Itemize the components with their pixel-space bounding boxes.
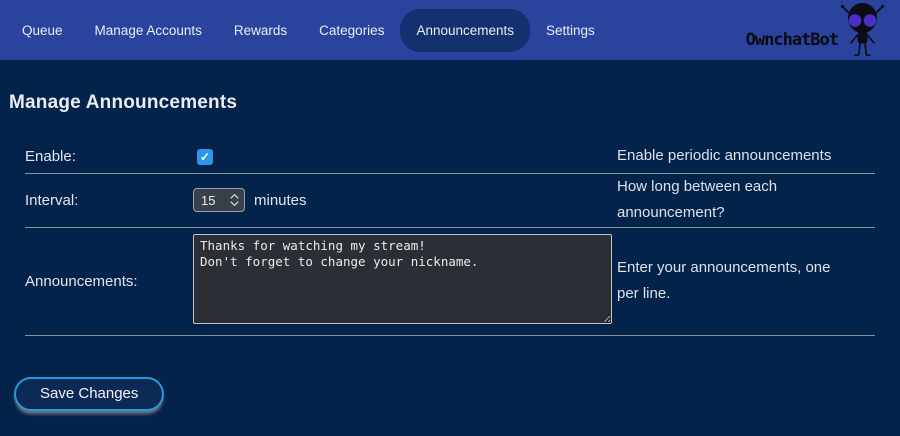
logo: OwnchatBot xyxy=(746,2,886,58)
interval-unit-label: minutes xyxy=(254,192,307,209)
announcements-row: Announcements: Thanks for watching my st… xyxy=(25,228,875,336)
check-icon: ✓ xyxy=(200,151,210,163)
announcements-label: Announcements: xyxy=(25,273,193,290)
robot-icon xyxy=(839,2,886,58)
nav-tab-queue[interactable]: Queue xyxy=(6,9,79,52)
enable-checkbox[interactable]: ✓ xyxy=(197,149,213,165)
nav-tabs: Queue Manage Accounts Rewards Categories… xyxy=(6,9,611,52)
top-navbar: Queue Manage Accounts Rewards Categories… xyxy=(0,0,900,60)
interval-row: Interval: 15 minutes How long between ea… xyxy=(25,174,875,228)
nav-tab-manage-accounts[interactable]: Manage Accounts xyxy=(79,9,218,52)
save-changes-button[interactable]: Save Changes xyxy=(14,377,164,411)
interval-value: 15 xyxy=(194,193,229,208)
enable-label: Enable: xyxy=(25,148,193,165)
enable-row: Enable: ✓ Enable periodic announcements xyxy=(25,140,875,174)
announcements-form: Enable: ✓ Enable periodic announcements … xyxy=(25,140,875,336)
interval-help-text: How long between each announcement? xyxy=(617,174,875,227)
nav-tab-categories[interactable]: Categories xyxy=(303,9,400,52)
page-title: Manage Announcements xyxy=(9,92,900,114)
enable-help-text: Enable periodic announcements xyxy=(617,143,875,169)
announcements-textarea[interactable]: Thanks for watching my stream! Don't for… xyxy=(193,234,612,324)
nav-tab-settings[interactable]: Settings xyxy=(530,9,611,52)
interval-stepper[interactable] xyxy=(229,194,244,206)
announcements-help-text: Enter your announcements, one per line. xyxy=(617,255,875,308)
interval-label: Interval: xyxy=(25,192,193,209)
nav-tab-announcements[interactable]: Announcements xyxy=(400,9,530,52)
main-content: Manage Announcements Enable: ✓ Enable pe… xyxy=(0,92,900,411)
logo-text: OwnchatBot xyxy=(746,30,838,58)
interval-input[interactable]: 15 xyxy=(193,188,245,212)
chevron-down-icon xyxy=(230,201,239,206)
nav-tab-rewards[interactable]: Rewards xyxy=(218,9,303,52)
chevron-up-icon xyxy=(230,194,239,199)
